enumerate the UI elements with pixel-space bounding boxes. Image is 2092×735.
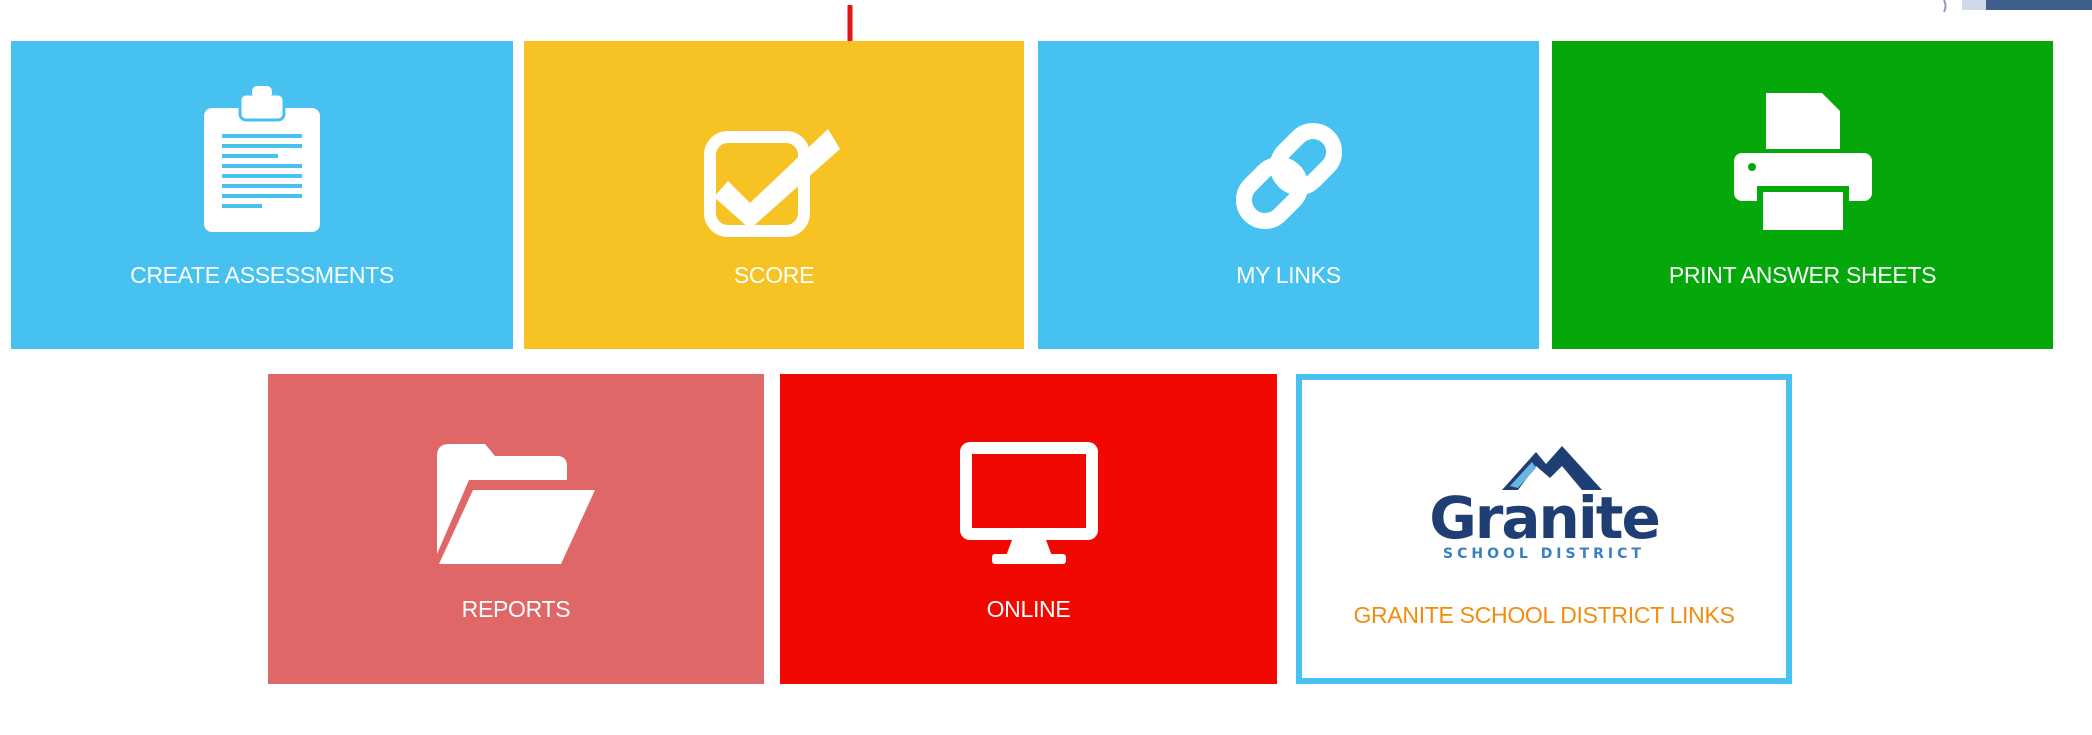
my-links-tile[interactable]: MY LINKS [1038, 41, 1539, 349]
score-label: SCORE [733, 262, 815, 288]
clipboard-icon [204, 86, 320, 232]
create-assessments-tile[interactable]: CREATE ASSESSMENTS [11, 41, 513, 349]
folder-icon [437, 444, 595, 564]
my-links-label: MY LINKS [1236, 262, 1341, 288]
top-right-edge-decoration [1943, 0, 2092, 12]
granite-logo: Granite SCHOOL DISTRICT [1414, 442, 1674, 562]
print-answer-sheets-tile[interactable]: PRINT ANSWER SHEETS [1552, 41, 2053, 349]
granite-logo-name: Granite [1429, 484, 1661, 552]
create-assessments-label: CREATE ASSESSMENTS [130, 262, 394, 288]
checkbox-icon [704, 129, 840, 237]
granite-links-label: GRANITE SCHOOL DISTRICT LINKS [1353, 602, 1735, 628]
monitor-icon [959, 442, 1098, 564]
printer-icon [1733, 93, 1872, 236]
print-answer-sheets-label: PRINT ANSWER SHEETS [1668, 262, 1937, 288]
granite-school-district-links-tile[interactable]: Granite SCHOOL DISTRICT GRANITE SCHOOL D… [1296, 374, 1792, 684]
online-tile[interactable]: ONLINE [780, 374, 1277, 684]
link-icon [1235, 122, 1342, 230]
score-tile[interactable]: SCORE [524, 41, 1024, 349]
reports-label: REPORTS [461, 596, 571, 622]
reports-tile[interactable]: REPORTS [268, 374, 764, 684]
granite-logo-subtitle: SCHOOL DISTRICT [1443, 546, 1645, 562]
online-label: ONLINE [986, 596, 1071, 622]
